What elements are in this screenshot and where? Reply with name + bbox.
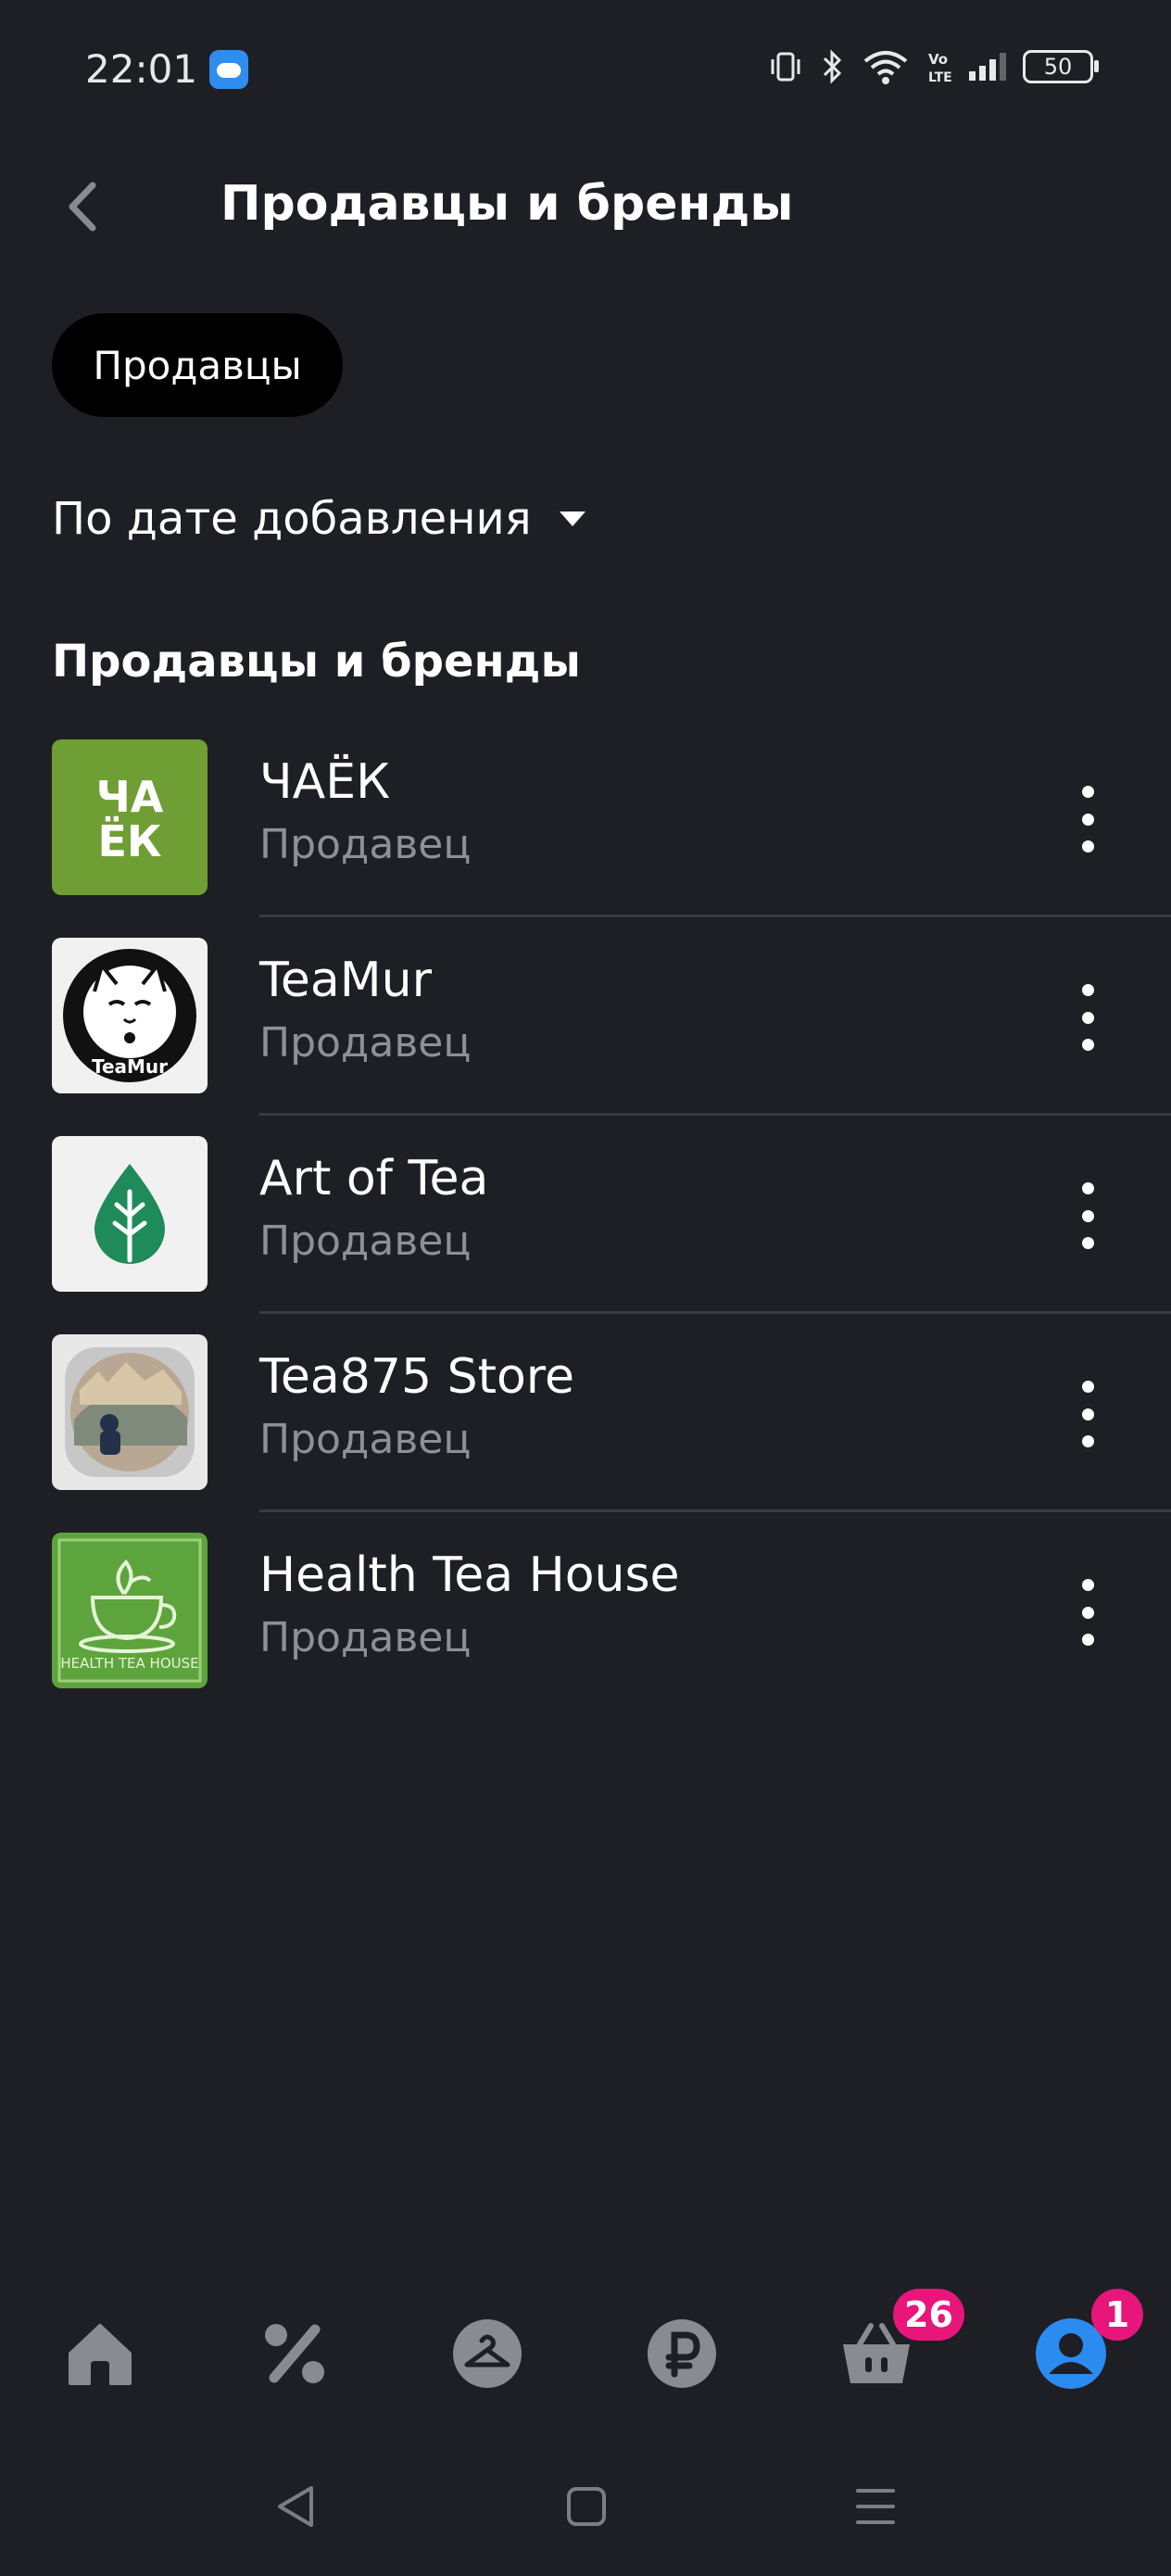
page-title: Продавцы и бренды (220, 176, 794, 232)
svg-text:HEALTH TEA HOUSE: HEALTH TEA HOUSE (60, 1655, 198, 1672)
hanger-icon (453, 2319, 522, 2388)
battery-level: 50 (1043, 54, 1073, 80)
section-title: Продавцы и бренды (52, 636, 581, 688)
battery-icon: 50 (1023, 50, 1099, 83)
sort-dropdown[interactable]: По дате добавления (52, 493, 586, 545)
wifi-icon (863, 51, 908, 84)
chevron-left-icon (69, 182, 96, 232)
dropdown-arrow-icon (559, 511, 586, 526)
nav-home[interactable] (63, 2317, 137, 2391)
list-item[interactable]: TeaMur TeaMur Продавец (0, 917, 1171, 1116)
sort-label: По дате добавления (52, 493, 532, 545)
system-navigation (0, 2446, 1171, 2567)
teacup-logo-icon: HEALTH TEA HOUSE (57, 1538, 202, 1683)
home-icon (69, 2324, 132, 2385)
nav-catalog[interactable] (450, 2317, 524, 2391)
seller-name: ЧАЁК (259, 754, 390, 810)
seller-name: Art of Tea (259, 1151, 489, 1206)
teamur-cat-logo-icon: TeaMur (63, 949, 196, 1082)
list-item[interactable]: Tea875 Store Продавец (0, 1314, 1171, 1512)
seller-logo: ЧА ЁК (52, 739, 208, 895)
svg-text:LTE: LTE (928, 70, 952, 85)
list-item[interactable]: HEALTH TEA HOUSE Health Tea House Продав… (0, 1512, 1171, 1711)
status-time: 22:01 (85, 46, 198, 92)
tea875-photo-logo-icon (65, 1347, 195, 1477)
seller-logo (52, 1334, 208, 1490)
seller-logo (52, 1136, 208, 1292)
more-options-button[interactable] (1069, 1182, 1106, 1249)
seller-name: Tea875 Store (259, 1349, 575, 1405)
seller-type: Продавец (259, 1614, 472, 1661)
home-square-icon[interactable] (565, 2485, 608, 2528)
status-icons: Vo LTE 50 (767, 48, 1099, 85)
seller-logo: HEALTH TEA HOUSE (52, 1533, 208, 1688)
more-options-button[interactable] (1069, 1381, 1106, 1447)
back-button[interactable] (52, 174, 117, 239)
svg-text:ЧА: ЧА (96, 772, 164, 822)
percent-icon (265, 2324, 324, 2383)
cart-badge: 26 (893, 2289, 964, 2341)
back-triangle-icon[interactable] (274, 2483, 317, 2530)
seller-type: Продавец (259, 821, 472, 868)
nav-payments[interactable] (645, 2317, 719, 2391)
chayok-logo-icon: ЧА ЁК (96, 772, 164, 866)
svg-text:TeaMur: TeaMur (92, 1055, 168, 1078)
more-options-button[interactable] (1069, 1579, 1106, 1646)
seller-name: Health Tea House (259, 1547, 680, 1603)
seller-logo: TeaMur (52, 938, 208, 1093)
seller-type: Продавец (259, 1416, 472, 1463)
filter-chip-sellers[interactable]: Продавцы (52, 313, 343, 417)
ruble-icon (648, 2319, 716, 2388)
list-item[interactable]: Art of Tea Продавец (0, 1116, 1171, 1314)
sellers-list: ЧА ЁК ЧАЁК Продавец TeaMur TeaMur Продав… (0, 719, 1171, 1711)
vibrate-icon (771, 52, 800, 82)
menu-lines-icon[interactable] (854, 2485, 897, 2528)
more-options-button[interactable] (1069, 786, 1106, 852)
volte-icon: Vo LTE (928, 51, 952, 85)
profile-badge: 1 (1091, 2289, 1143, 2341)
bottom-navigation: 26 1 (0, 2279, 1171, 2428)
seller-type: Продавец (259, 1218, 472, 1265)
svg-text:Vo: Vo (928, 51, 948, 68)
seller-name: TeaMur (259, 953, 432, 1008)
nav-sales[interactable] (258, 2317, 332, 2391)
bluetooth-icon (823, 49, 842, 84)
svg-text:ЁК: ЁК (97, 816, 161, 866)
list-item[interactable]: ЧА ЁК ЧАЁК Продавец (0, 719, 1171, 917)
seller-type: Продавец (259, 1019, 472, 1067)
weather-icon (209, 50, 248, 89)
signal-icon (969, 53, 1006, 81)
more-options-button[interactable] (1069, 984, 1106, 1051)
leaf-drop-logo-icon (94, 1164, 165, 1264)
